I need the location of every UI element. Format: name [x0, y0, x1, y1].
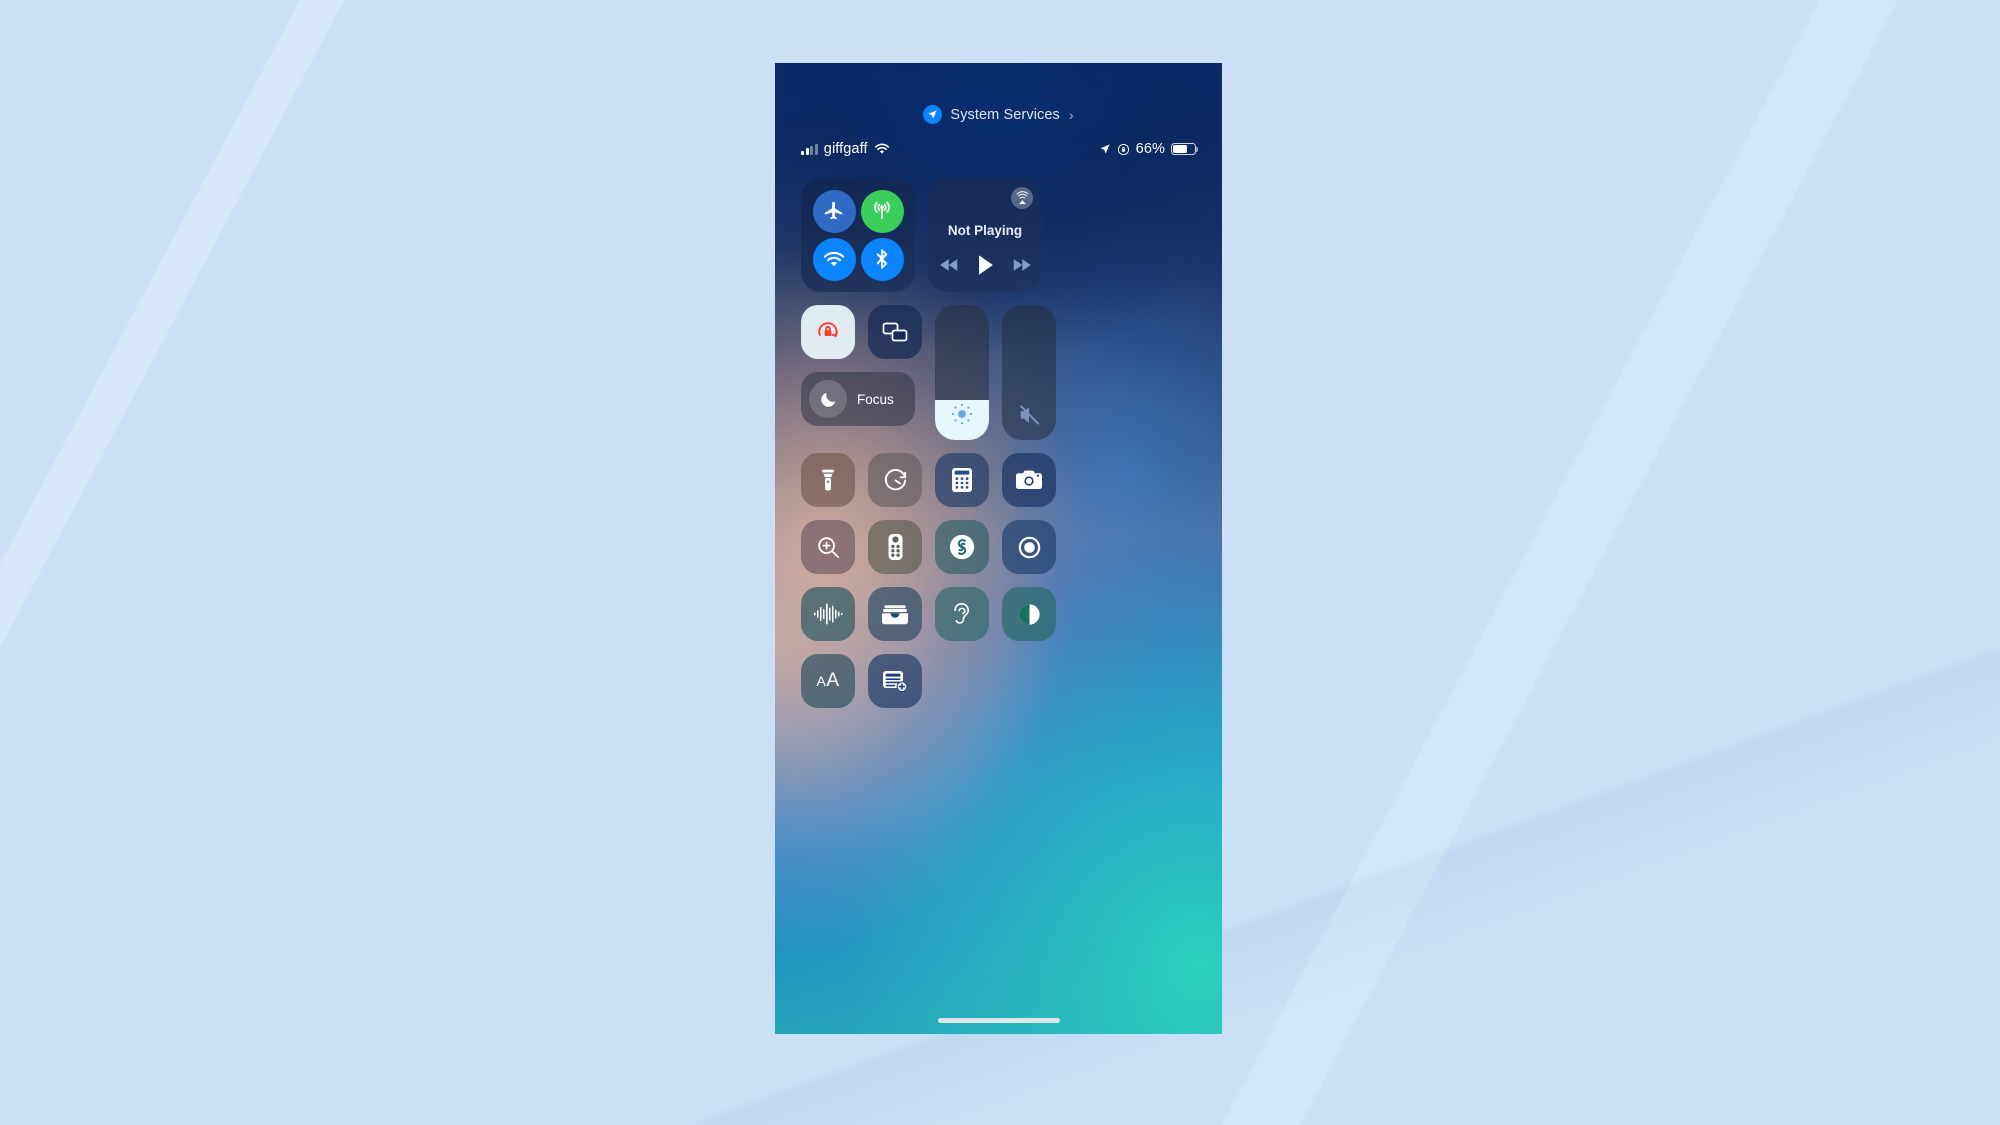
- row-connectivity-media: Not Playing: [801, 178, 1196, 292]
- status-bar-right: 66%: [1099, 141, 1199, 157]
- moon-icon: [809, 380, 847, 418]
- wifi-button[interactable]: [812, 237, 856, 281]
- rotation-lock-button[interactable]: [801, 305, 855, 359]
- control-center-screen: System Services › giffgaff 66% Not Playi…: [775, 63, 1222, 1034]
- media-status-label: Not Playing: [947, 223, 1023, 238]
- flashlight-button[interactable]: [801, 453, 855, 507]
- status-bar-left: giffgaff: [801, 141, 890, 157]
- magnifier-button[interactable]: [801, 520, 855, 574]
- timer-button[interactable]: [868, 453, 922, 507]
- dark-mode-button[interactable]: [1002, 587, 1056, 641]
- sound-recognition-button[interactable]: [801, 587, 855, 641]
- chevron-right-icon: ›: [1068, 106, 1074, 123]
- battery-percent: 66%: [1135, 141, 1165, 157]
- fast-forward-button[interactable]: [1012, 258, 1031, 272]
- carrier-name: giffgaff: [823, 141, 868, 157]
- focus-button[interactable]: Focus: [801, 372, 915, 426]
- cellular-data-button[interactable]: [860, 189, 904, 233]
- home-indicator[interactable]: [937, 1018, 1060, 1023]
- shazam-button[interactable]: [935, 520, 989, 574]
- lock-mirror-pair: [801, 305, 922, 359]
- cellular-bars-icon: [801, 143, 818, 155]
- quick-note-button[interactable]: [868, 654, 922, 708]
- row-controls-sliders: Focus: [801, 305, 1196, 440]
- airplane-mode-button[interactable]: [812, 189, 856, 233]
- wallet-button[interactable]: [868, 587, 922, 641]
- apple-tv-remote-button[interactable]: [868, 520, 922, 574]
- system-services-header[interactable]: System Services ›: [775, 105, 1222, 124]
- calculator-button[interactable]: [935, 453, 989, 507]
- tile-row-3: [801, 587, 1196, 641]
- text-size-large-a: A: [826, 670, 840, 691]
- camera-button[interactable]: [1002, 453, 1056, 507]
- play-button[interactable]: [977, 254, 994, 276]
- left-control-column: Focus: [801, 305, 922, 440]
- tile-row-4: AA: [801, 654, 1196, 708]
- hearing-button[interactable]: [935, 587, 989, 641]
- tile-row-2: [801, 520, 1196, 574]
- rotation-lock-icon: [1117, 143, 1130, 156]
- rewind-button[interactable]: [939, 258, 959, 272]
- system-services-label: System Services: [950, 106, 1060, 123]
- text-size-small-a: A: [816, 673, 827, 689]
- screen-mirroring-button[interactable]: [868, 305, 922, 359]
- bluetooth-button[interactable]: [860, 237, 904, 281]
- screen-recording-button[interactable]: [1002, 520, 1056, 574]
- location-arrow-icon: [1099, 143, 1111, 155]
- control-center-grid: Not Playing Focus AA: [801, 178, 1196, 721]
- volume-mute-icon: [1002, 403, 1056, 427]
- tile-row-1: [801, 453, 1196, 507]
- media-controls: [928, 254, 1042, 276]
- battery-icon: [1171, 143, 1199, 155]
- brightness-slider[interactable]: [935, 305, 989, 440]
- wifi-icon: [874, 143, 890, 155]
- media-player-module[interactable]: Not Playing: [928, 178, 1042, 292]
- location-arrow-icon: [923, 105, 943, 124]
- volume-slider[interactable]: [1002, 305, 1056, 440]
- text-size-button[interactable]: AA: [801, 654, 855, 708]
- status-bar: giffgaff 66%: [775, 141, 1222, 157]
- iphone-control-center: System Services › giffgaff 66% Not Playi…: [775, 63, 1222, 1034]
- brightness-icon: [935, 401, 989, 427]
- airplay-icon[interactable]: [1011, 187, 1033, 209]
- connectivity-module[interactable]: [801, 178, 915, 292]
- focus-label: Focus: [857, 391, 894, 407]
